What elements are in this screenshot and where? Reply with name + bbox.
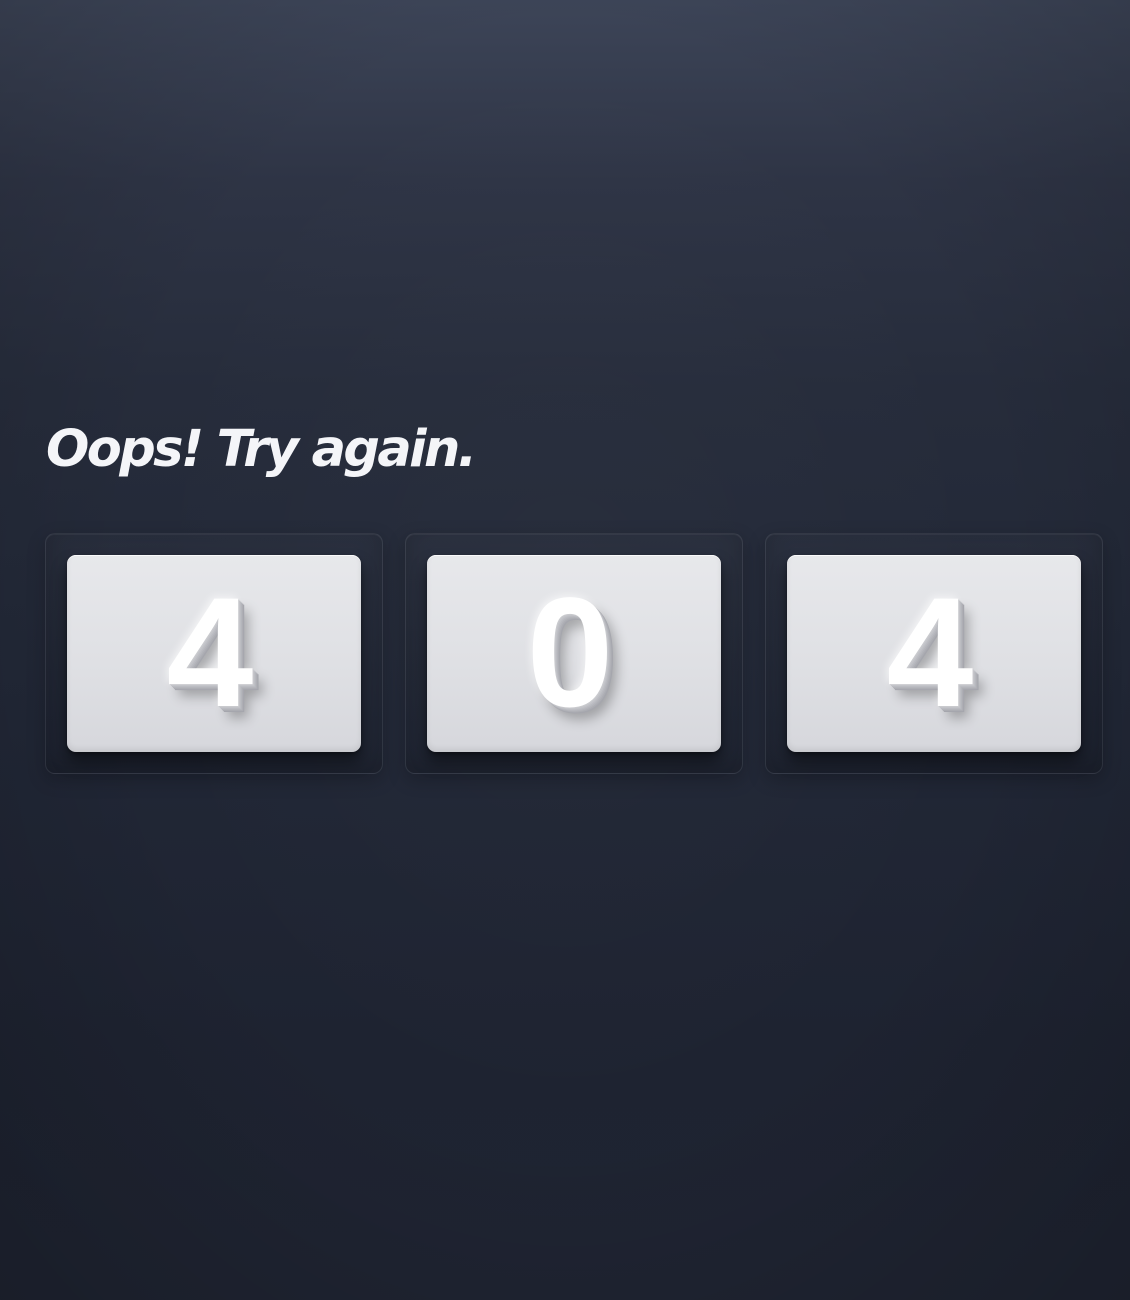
digit-tile-3[interactable]: 4	[787, 555, 1081, 752]
error-code-display: 4 0 4	[45, 533, 1103, 774]
digit-slot-3: 4	[765, 533, 1103, 774]
digit-1: 4	[166, 565, 254, 740]
digit-slot-2: 0	[405, 533, 743, 774]
page-title: Oops! Try again.	[46, 420, 477, 479]
digit-slot-1: 4	[45, 533, 383, 774]
digit-2: 0	[526, 565, 614, 740]
digit-3: 4	[886, 565, 974, 740]
digit-tile-1[interactable]: 4	[67, 555, 361, 752]
digit-tile-2[interactable]: 0	[427, 555, 721, 752]
